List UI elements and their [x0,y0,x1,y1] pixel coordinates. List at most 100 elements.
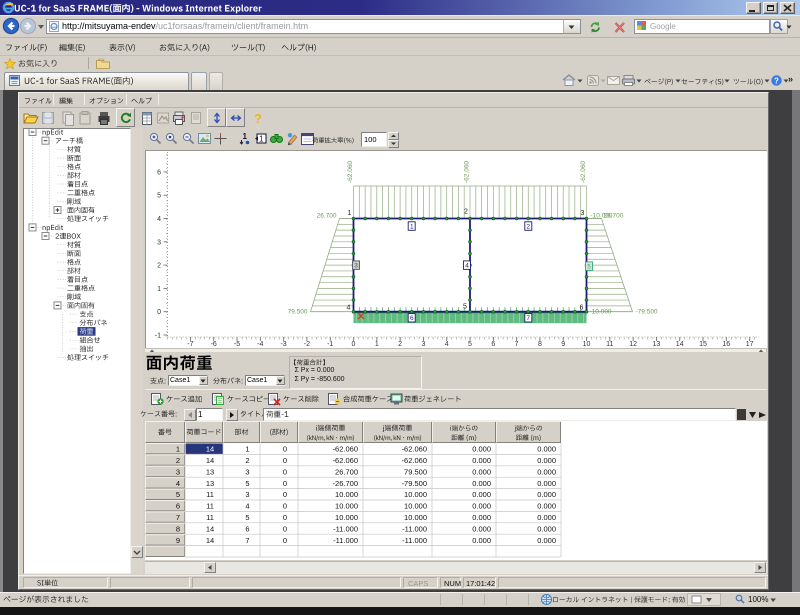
svg-text:7: 7 [245,536,249,545]
svg-text:0.000: 0.000 [537,479,556,488]
svg-text:3: 3 [245,467,249,476]
svg-text:7: 7 [526,315,530,322]
svg-text:-62.060: -62.060 [402,445,427,454]
svg-text:2: 2 [526,223,530,230]
svg-text:4: 4 [176,479,180,488]
svg-text:0: 0 [283,524,287,533]
svg-text:0.000: 0.000 [537,445,556,454]
svg-text:16: 16 [722,341,730,348]
svg-text:6: 6 [491,341,495,348]
svg-text:5: 5 [587,264,591,271]
svg-text:14: 14 [206,456,214,465]
svg-text:0: 0 [283,490,287,499]
svg-text:10: 10 [583,341,591,348]
svg-text:10.000: 10.000 [404,513,427,522]
svg-text:0.000: 0.000 [472,445,491,454]
svg-text:0: 0 [283,502,287,511]
svg-text:3: 3 [245,490,249,499]
svg-text:3: 3 [354,263,358,270]
svg-text:7: 7 [515,341,519,348]
svg-text:6: 6 [176,502,180,511]
svg-text:-79.500: -79.500 [636,309,658,316]
svg-text:3: 3 [176,467,180,476]
svg-text:1: 1 [176,445,180,454]
svg-text:-6: -6 [211,341,217,348]
svg-text:4: 4 [347,305,351,312]
svg-text:5: 5 [245,513,249,522]
svg-text:2: 2 [398,341,402,348]
svg-text:1: 1 [375,341,379,348]
svg-text:79.500: 79.500 [404,467,427,476]
svg-text:1: 1 [157,286,161,293]
svg-text:13: 13 [206,467,214,476]
svg-text:8: 8 [538,341,542,348]
svg-text:-11.000: -11.000 [402,524,427,533]
svg-text:0.000: 0.000 [472,479,491,488]
svg-text:6: 6 [410,315,414,322]
svg-text:-11.000: -11.000 [333,536,358,545]
svg-text:-1: -1 [155,333,161,340]
svg-text:14: 14 [206,445,214,454]
svg-text:-79.500: -79.500 [402,479,427,488]
svg-text:10.000: 10.000 [335,513,358,522]
svg-text:13: 13 [206,479,214,488]
svg-text:2: 2 [464,209,468,216]
svg-text:-62.060: -62.060 [347,161,354,183]
svg-text:0: 0 [283,467,287,476]
svg-text:14: 14 [206,524,214,533]
svg-text:0: 0 [283,536,287,545]
svg-text:5: 5 [468,341,472,348]
svg-text:11: 11 [206,490,214,499]
svg-text:0: 0 [283,513,287,522]
svg-text:-7: -7 [187,341,193,348]
svg-text:0.000: 0.000 [537,490,556,499]
svg-text:10.000: 10.000 [404,502,427,511]
svg-text:0.000: 0.000 [537,467,556,476]
svg-text:?: ? [774,77,779,86]
svg-text:0.000: 0.000 [472,513,491,522]
svg-text:2: 2 [176,456,180,465]
svg-text:8: 8 [176,524,180,533]
svg-text:11: 11 [206,502,214,511]
svg-text:0.000: 0.000 [537,456,556,465]
svg-text:5: 5 [245,479,249,488]
svg-text:0.000: 0.000 [537,502,556,511]
svg-text:79.500: 79.500 [288,309,308,316]
svg-text:10.000: 10.000 [335,490,358,499]
svg-text:12: 12 [629,341,637,348]
svg-text:-11.000: -11.000 [402,536,427,545]
svg-text:-11.000: -11.000 [333,524,358,533]
svg-text:7: 7 [176,513,180,522]
svg-text:0.000: 0.000 [472,536,491,545]
svg-text:4: 4 [445,341,449,348]
svg-text:-62.060: -62.060 [580,161,587,183]
svg-text:10.000: 10.000 [404,490,427,499]
svg-text:15: 15 [699,341,707,348]
svg-text:5: 5 [176,490,180,499]
svg-text:4: 4 [245,502,249,511]
svg-text:26.700: 26.700 [317,213,337,220]
svg-text:-62.060: -62.060 [402,456,427,465]
svg-text:10.000: 10.000 [335,502,358,511]
svg-text:0.000: 0.000 [537,513,556,522]
svg-text:-26.700: -26.700 [333,479,358,488]
svg-text:6: 6 [157,169,161,176]
svg-text:4: 4 [465,263,469,270]
svg-text:3: 3 [421,341,425,348]
svg-text:1: 1 [348,210,352,217]
svg-text:9: 9 [176,536,180,545]
svg-text:11: 11 [206,513,214,522]
svg-text:6: 6 [580,305,584,312]
svg-text:6: 6 [245,524,249,533]
svg-text:26.700: 26.700 [604,213,624,220]
svg-text:-62.060: -62.060 [333,456,358,465]
svg-text:0.000: 0.000 [472,502,491,511]
svg-text:13: 13 [653,341,661,348]
svg-text:0.000: 0.000 [472,456,491,465]
svg-text:-62.060: -62.060 [464,161,471,183]
svg-text:0: 0 [352,341,356,348]
svg-text:0.000: 0.000 [472,467,491,476]
svg-text:3: 3 [157,239,161,246]
svg-text:4: 4 [157,216,161,223]
svg-text:0.000: 0.000 [537,536,556,545]
